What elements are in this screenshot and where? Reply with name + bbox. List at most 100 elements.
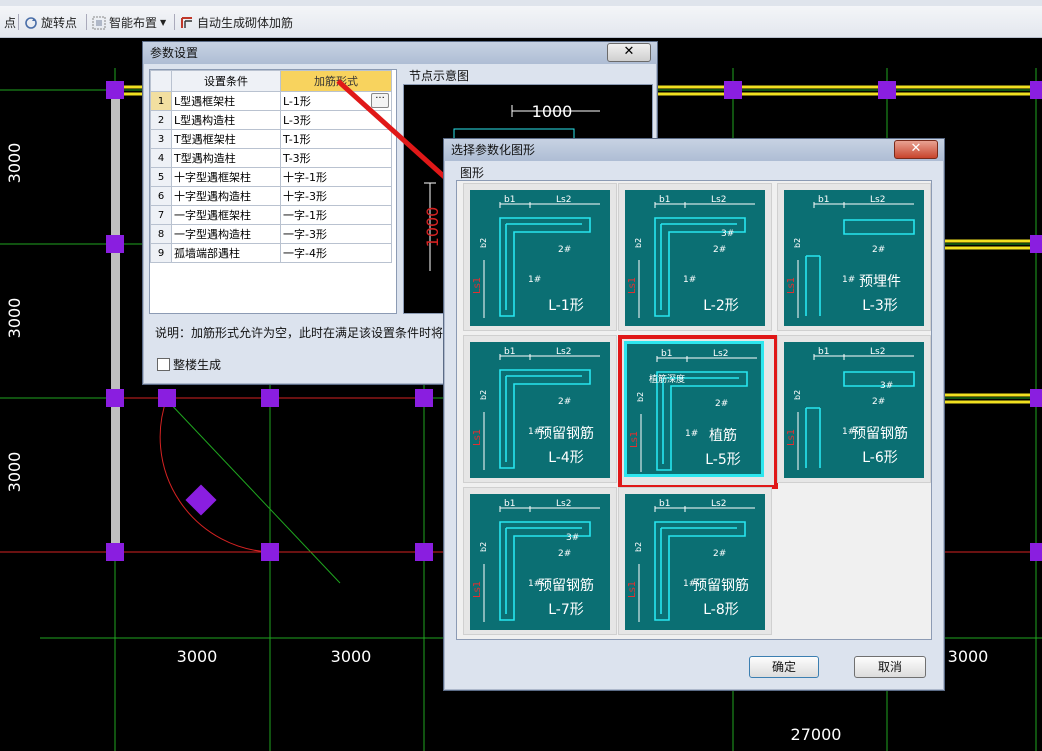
- label-ls1: Ls1: [786, 277, 797, 294]
- row-condition: 十字型遇构造柱: [171, 186, 281, 206]
- label-b1: b1: [504, 347, 515, 357]
- shape-name-label: L-2形: [703, 298, 739, 314]
- shape-diagram: b1 Ls2 2# 1# b2 Ls1 预埋件 L-3形: [786, 195, 915, 318]
- shape-thumbnail: b1 Ls2 2# 1# b2 Ls1 预埋件 L-3形: [784, 190, 924, 326]
- row-form-value: L-1形: [283, 95, 311, 108]
- label-b2: b2: [634, 238, 643, 248]
- label-ls1: Ls1: [472, 581, 483, 598]
- shape-diagram: b1 Ls2 2# 1# b2 Ls1 L-1形: [472, 195, 600, 318]
- label-b2: b2: [479, 542, 488, 552]
- shape-diagram: b1 Ls2 2# 1# 植筋深度 b2 Ls1 植筋 L-5形: [629, 349, 757, 472]
- shape-dialog-close-button[interactable]: ✕: [894, 140, 938, 159]
- row-number: 6: [150, 186, 172, 206]
- toolbar-separator: [18, 14, 19, 30]
- shape-name-label: L-5形: [705, 452, 741, 468]
- shape-option[interactable]: b1 Ls2 2# 1# b2 Ls1 L-1形: [463, 183, 617, 331]
- label-b2: b2: [793, 238, 802, 248]
- row-form-value: T-1形: [283, 133, 311, 146]
- left-wall: [111, 90, 120, 552]
- shape-option[interactable]: b1 Ls2 2# 1# 3# b2 Ls1 预留钢筋 L-7形: [463, 487, 617, 635]
- param-dialog-close-button[interactable]: ✕: [607, 43, 651, 62]
- shape-name-label: L-1形: [548, 298, 584, 314]
- label-b2: b2: [479, 390, 488, 400]
- shape-thumbnail: b1 Ls2 2# 1# 3# b2 Ls1 L-2形: [625, 190, 765, 326]
- shape-diagram: b1 Ls22#1#b2Ls1 预留钢筋L-4形: [472, 347, 600, 470]
- shape-name-label: L-4形: [548, 450, 584, 466]
- label-ls2: Ls2: [711, 499, 726, 509]
- row-condition: L型遇框架柱: [171, 91, 281, 111]
- row-condition: 十字型遇框架柱: [171, 167, 281, 187]
- shape-diagram: b1 Ls2 2# 1# 3# b2 Ls1 L-2形: [627, 195, 755, 318]
- shape-group-label: 图形: [460, 166, 485, 180]
- label-r2: 2#: [713, 245, 726, 255]
- shape-dialog-title: 选择参数化图形: [444, 139, 944, 161]
- shape-option[interactable]: b1 Ls2 2# 1# b2 Ls1 预留钢筋 L-4形: [463, 335, 617, 483]
- label-ls2: Ls2: [713, 349, 728, 359]
- shape-thumbnail: b1 Ls2 2# 1# b2 Ls1 预留钢筋 L-4形: [470, 342, 610, 478]
- label-r2: 2#: [872, 397, 885, 407]
- label-ls1: Ls1: [627, 277, 638, 294]
- shape-option[interactable]: b1 Ls2 2# 1# b2 Ls1 预留钢筋 L-8形: [618, 487, 772, 635]
- row-number: 1: [150, 91, 172, 111]
- label-ls1: Ls1: [472, 277, 483, 294]
- label-r3: 3#: [880, 381, 893, 391]
- dim-label-horizontal-3: 3000: [948, 647, 989, 666]
- label-ls2: Ls2: [556, 195, 571, 205]
- row-condition: L型遇构造柱: [171, 110, 281, 130]
- dim-label-horizontal-1: 3000: [177, 647, 218, 666]
- shape-option[interactable]: b1 Ls2 2# 1# b2 Ls1 预埋件 L-3形: [777, 183, 931, 331]
- shape-extra-label: 预留钢筋: [538, 425, 594, 442]
- label-ls1: Ls1: [786, 429, 797, 446]
- whole-building-label: 整楼生成: [173, 358, 222, 372]
- rotate-point-button[interactable]: 旋转点: [24, 14, 77, 31]
- shape-extra-label: 预埋件: [859, 274, 901, 290]
- shape-thumbnail: b1 Ls2 2# 1# 3# b2 Ls1 预留钢筋 L-6形: [784, 342, 924, 478]
- row-condition: 孤墙端部遇柱: [171, 243, 281, 263]
- ok-button[interactable]: 确定: [749, 656, 819, 678]
- label-ls2: Ls2: [556, 499, 571, 509]
- shape-thumbnail: b1 Ls2 2# 1# b2 Ls1 L-1形: [470, 190, 610, 326]
- row-number: 3: [150, 129, 172, 149]
- rotate-icon: [25, 16, 37, 29]
- dim-label-vertical-1: 3000: [5, 143, 24, 184]
- dim-label-horizontal-2: 3000: [331, 647, 372, 666]
- shape-option[interactable]: b1 Ls2 2# 1# 3# b2 Ls1 预留钢筋 L-6形: [777, 335, 931, 483]
- shape-option[interactable]: b1 Ls2 2# 1# 3# b2 Ls1 L-2形: [618, 183, 772, 331]
- row-number: 4: [150, 148, 172, 168]
- row-form-value: 一字-3形: [283, 228, 327, 241]
- shape-select-dialog: 选择参数化图形 ✕ 图形 b1 Ls2 2# 1# b2 Ls1 L-1形 b1 Ls2 2# 1#…: [443, 138, 945, 691]
- rotate-point-label: 旋转点: [41, 16, 78, 30]
- partial-tool-button[interactable]: 点: [4, 14, 16, 31]
- row-form-value: T-3形: [283, 152, 311, 165]
- row-number: 9: [150, 243, 172, 263]
- row-form-value: 十字-3形: [283, 190, 327, 203]
- label-b1: b1: [818, 347, 829, 357]
- row-form-value: 十字-1形: [283, 171, 327, 184]
- row-condition: T型遇构造柱: [171, 148, 281, 168]
- row-condition: T型遇框架柱: [171, 129, 281, 149]
- auto-masonry-rebar-button[interactable]: 自动生成砌体加筋: [180, 14, 293, 31]
- label-r1: 1#: [683, 275, 696, 285]
- label-b1: b1: [659, 499, 670, 509]
- param-dialog-title: 参数设置: [143, 42, 657, 64]
- label-ls1: Ls1: [629, 431, 640, 448]
- masonry-rebar-icon: [181, 16, 192, 28]
- cancel-button[interactable]: 取消: [854, 656, 926, 678]
- label-b1: b1: [659, 195, 670, 205]
- row-number: 7: [150, 205, 172, 225]
- shape-diagram: b1 Ls22#1#3#b2Ls1 预留钢筋L-7形: [472, 499, 600, 622]
- toolbar: 点 旋转点 智能布置 ▼ 自动生成砌体加筋: [0, 0, 1042, 38]
- row-form-value: 一字-1形: [283, 209, 327, 222]
- row-number: 2: [150, 110, 172, 130]
- label-ls1: Ls1: [472, 429, 483, 446]
- shape-option-selected[interactable]: b1 Ls2 2# 1# 植筋深度 b2 Ls1 植筋 L-5形: [618, 335, 778, 489]
- whole-building-checkbox[interactable]: [157, 358, 170, 371]
- label-ls2: Ls2: [870, 195, 885, 205]
- label-b2: b2: [793, 390, 802, 400]
- dim-label-vertical-3: 3000: [5, 452, 24, 493]
- row-number: 8: [150, 224, 172, 244]
- shape-diagram: b1 Ls22#1#b2Ls1 预留钢筋L-8形: [627, 499, 755, 622]
- row-condition: 一字型遇构造柱: [171, 224, 281, 244]
- smart-layout-button[interactable]: 智能布置 ▼: [92, 14, 166, 31]
- row-number: 5: [150, 167, 172, 187]
